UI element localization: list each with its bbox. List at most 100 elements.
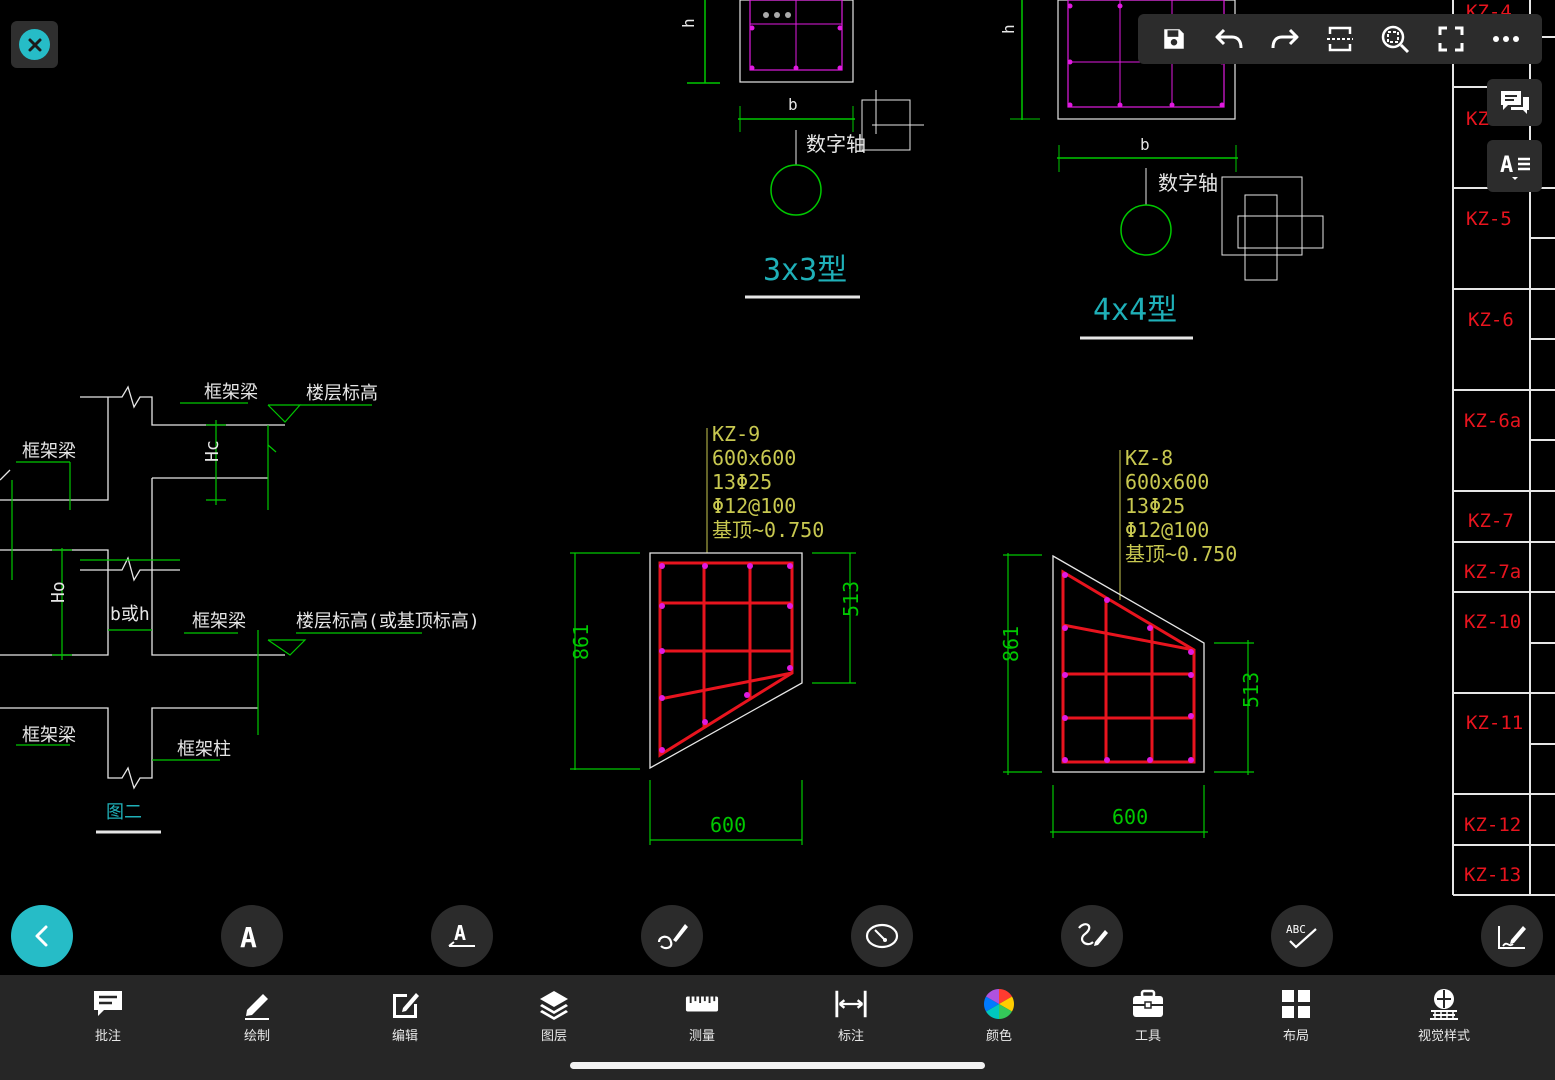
tab-label: 图层 [540, 1029, 567, 1044]
redo-button[interactable] [1265, 19, 1305, 59]
label-floor-elevation-alt: 楼层标高(或基顶标高) [296, 611, 480, 632]
axis-label: 数字轴 [806, 132, 866, 156]
kz-list-item: KZ-7a [1464, 561, 1521, 583]
comments-button[interactable] [1487, 79, 1542, 126]
edit-icon [393, 993, 419, 1018]
tab-layout[interactable]: 布局 [1246, 987, 1346, 1047]
dim-h-label-2: h [999, 24, 1018, 34]
kz8-dim-right: 513 [1239, 672, 1263, 708]
dim-h-label: h [679, 18, 698, 28]
annotate-icon [94, 991, 122, 1016]
kz9-dim-bottom: 600 [710, 813, 746, 837]
tab-label: 标注 [837, 1029, 864, 1044]
tab-annotate[interactable]: 批注 [58, 987, 158, 1047]
kz9-line-2: 600x600 [712, 446, 796, 470]
text-icon: A [240, 921, 257, 951]
spellcheck-icon: ABC [1286, 923, 1317, 949]
tab-dimension[interactable]: 标注 [801, 987, 901, 1047]
label-frame-column: 框架柱 [177, 739, 231, 760]
kz-list-item: KZ-11 [1466, 712, 1523, 734]
svg-text:A: A [240, 921, 257, 951]
kz8-line-2: 600x600 [1125, 470, 1209, 494]
label-figure-2: 图二 [106, 802, 142, 823]
fit-width-icon [1326, 26, 1353, 52]
visual-style-icon [1430, 989, 1458, 1020]
zoom-window-icon [1382, 25, 1410, 54]
comments-icon [1500, 90, 1529, 114]
text-leader-icon: A [448, 921, 475, 947]
tab-visual-style[interactable]: 视觉样式 [1394, 987, 1494, 1047]
svg-text:A: A [454, 921, 466, 945]
label-frame-beam-4: 框架梁 [22, 725, 76, 746]
kz9-dim-left: 861 [569, 624, 593, 660]
label-frame-beam-2: 框架梁 [22, 441, 76, 462]
tab-label: 工具 [1134, 1029, 1161, 1044]
kz8-line-5: 基顶~0.750 [1125, 542, 1237, 566]
tab-label: 颜色 [985, 1029, 1012, 1044]
tab-label: 绘制 [243, 1029, 270, 1044]
more-button[interactable] [1486, 19, 1526, 59]
close-icon [19, 29, 50, 60]
kz8-line-4: Φ12@100 [1125, 518, 1209, 542]
kz9-line-1: KZ-9 [712, 422, 760, 446]
kz-list-item: KZ-10 [1464, 611, 1521, 633]
text-tool-button[interactable]: A [221, 905, 283, 967]
tab-color[interactable]: 颜色 [949, 987, 1049, 1047]
tab-draw[interactable]: 绘制 [207, 987, 307, 1047]
freehand-icon [1078, 923, 1108, 946]
fullscreen-button[interactable] [1431, 19, 1471, 59]
zoom-window-button[interactable] [1375, 19, 1415, 59]
kz-list-item: KZ-6a [1464, 410, 1521, 432]
signature-tool-button[interactable] [1481, 905, 1543, 967]
more-icon [1493, 36, 1520, 42]
redo-icon [1271, 28, 1299, 49]
spellcheck-tool-button[interactable]: ABC [1271, 905, 1333, 967]
tab-edit[interactable]: 编辑 [355, 987, 455, 1047]
kz-list-item: KZ-6 [1468, 309, 1514, 331]
save-icon [1163, 29, 1184, 49]
layers-icon [540, 991, 568, 1020]
fit-width-button[interactable] [1320, 19, 1360, 59]
tab-label: 视觉样式 [1417, 1029, 1470, 1044]
kz-list-item: KZ-12 [1464, 814, 1521, 836]
ellipse-tool-button[interactable] [851, 905, 913, 967]
pencil-icon [245, 994, 269, 1020]
layout-icon [1282, 990, 1310, 1018]
undo-icon [1215, 28, 1243, 49]
label-hc: Hc [202, 440, 223, 462]
tab-label: 编辑 [391, 1029, 418, 1044]
kz9-line-4: Φ12@100 [712, 494, 796, 518]
tab-tools[interactable]: 工具 [1098, 987, 1198, 1047]
dim-b-label: b [788, 95, 798, 114]
label-ho: Ho [48, 581, 69, 603]
save-button[interactable] [1154, 19, 1194, 59]
text-style-icon: A [1500, 153, 1530, 180]
freehand-tool-button[interactable] [1061, 905, 1123, 967]
kz-list-item: KZ-7 [1468, 510, 1514, 532]
signature-icon [1498, 926, 1526, 949]
kz9-line-3: 13Φ25 [712, 470, 772, 494]
tab-measure[interactable]: 测量 [652, 987, 752, 1047]
dim-b-label-2: b [1140, 135, 1150, 154]
kz8-dim-bottom: 600 [1112, 805, 1148, 829]
kz8-line-3: 13Φ25 [1125, 494, 1185, 518]
fullscreen-icon [1438, 26, 1464, 52]
kz-list-item: KZ-13 [1464, 864, 1521, 886]
toolbox-icon [1133, 989, 1163, 1017]
kz8-line-1: KZ-8 [1125, 446, 1173, 470]
svg-text:ABC: ABC [1286, 923, 1306, 936]
text-leader-tool-button[interactable]: A [431, 905, 493, 967]
label-floor-elevation: 楼层标高 [306, 383, 378, 404]
back-button[interactable] [11, 905, 73, 967]
kz-list-item: KZ-5 [1466, 208, 1512, 230]
tab-label: 批注 [94, 1029, 121, 1044]
text-style-button[interactable]: A [1487, 140, 1542, 192]
brush-tool-button[interactable] [641, 905, 703, 967]
drawing-canvas[interactable]: h b 数字轴 3x3型 h b 数字轴 4x4型 框架梁 楼层标高 框架梁 H… [0, 0, 1555, 975]
ellipse-icon [865, 923, 899, 949]
undo-button[interactable] [1209, 19, 1249, 59]
kz9-dim-right: 513 [839, 581, 863, 617]
close-button[interactable] [11, 21, 58, 68]
tab-layers[interactable]: 图层 [504, 987, 604, 1047]
tab-label: 测量 [688, 1029, 715, 1044]
